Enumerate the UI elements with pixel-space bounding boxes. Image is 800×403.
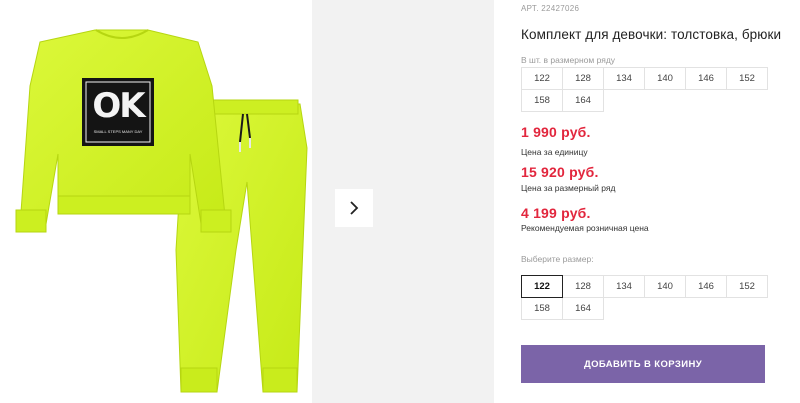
size-option[interactable]: 158 — [521, 297, 563, 320]
size-row-item: 128 — [562, 67, 604, 90]
size-row-item: 146 — [685, 67, 727, 90]
size-option[interactable]: 146 — [685, 275, 727, 298]
size-row-grid: 122 128 134 140 146 152 158 164 — [521, 67, 768, 112]
row-price-label: Цена за размерный ряд — [521, 183, 616, 193]
size-option[interactable]: 140 — [644, 275, 686, 298]
size-option-selected[interactable]: 122 — [521, 275, 563, 298]
unit-price: 1 990 руб. — [521, 124, 591, 140]
print-caption-text: SMALL STEPS MANY DAY — [93, 129, 143, 134]
unit-price-label: Цена за единицу — [521, 147, 588, 157]
size-row-item: 158 — [521, 89, 563, 112]
size-row-item: 122 — [521, 67, 563, 90]
size-row-item: 134 — [603, 67, 645, 90]
product-sku: АРТ. 22427026 — [521, 4, 580, 13]
row-price: 15 920 руб. — [521, 164, 599, 180]
add-to-cart-button[interactable]: ДОБАВИТЬ В КОРЗИНУ — [521, 345, 765, 383]
size-row-item: 152 — [726, 67, 768, 90]
size-option[interactable]: 134 — [603, 275, 645, 298]
chevron-right-icon — [350, 201, 359, 215]
product-image[interactable]: OK SMALL STEPS MANY DAY — [0, 0, 312, 403]
size-selector: 122 128 134 140 146 152 158 164 — [521, 275, 768, 320]
gallery-next-button[interactable] — [335, 189, 373, 227]
product-title: Комплект для девочки: толстовка, брюки — [521, 27, 782, 42]
size-row-label: В шт. в размерном ряду — [521, 55, 616, 65]
print-logo-text: OK — [92, 86, 145, 126]
size-option[interactable]: 164 — [562, 297, 604, 320]
size-select-label: Выберите размер: — [521, 254, 594, 264]
retail-price-label: Рекомендуемая розничная цена — [521, 223, 649, 233]
tracksuit-illustration — [15, 29, 308, 393]
size-option[interactable]: 128 — [562, 275, 604, 298]
size-row-item: 140 — [644, 67, 686, 90]
retail-price: 4 199 руб. — [521, 205, 591, 221]
size-row-item: 164 — [562, 89, 604, 112]
size-option[interactable]: 152 — [726, 275, 768, 298]
